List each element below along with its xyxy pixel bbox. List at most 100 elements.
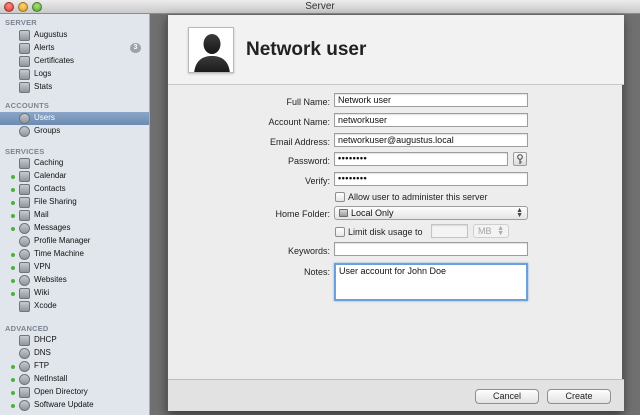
keywords-label: Keywords: <box>287 246 330 256</box>
sidebar-item-label: VPN <box>34 262 51 271</box>
verify-label: Verify: <box>304 176 330 186</box>
service-running-indicator <box>11 253 15 257</box>
sidebar-item-contacts[interactable]: Contacts <box>0 183 149 196</box>
hammer-icon <box>19 301 30 312</box>
sidebar-item-users[interactable]: Users <box>0 112 149 125</box>
full-name-field[interactable]: Network user <box>334 93 528 107</box>
sidebar-item-vpn[interactable]: VPN <box>0 261 149 274</box>
profile-manager-icon <box>19 236 30 247</box>
sidebar-item-label: File Sharing <box>34 197 77 206</box>
sidebar-item-file-sharing[interactable]: File Sharing <box>0 196 149 209</box>
software-update-icon <box>19 400 30 411</box>
sidebar-item-stats[interactable]: Stats <box>0 81 149 94</box>
sidebar-item-label: Alerts <box>34 43 55 52</box>
cancel-button[interactable]: Cancel <box>475 389 539 404</box>
service-running-indicator <box>11 378 15 382</box>
sidebar-item-label: Caching <box>34 158 64 167</box>
password-assistant-button[interactable] <box>513 152 527 166</box>
service-running-indicator <box>11 201 15 205</box>
sidebar-item-messages[interactable]: Messages <box>0 222 149 235</box>
alerts-count-badge: 3 <box>130 43 141 53</box>
sidebar-item-websites[interactable]: Websites <box>0 274 149 287</box>
sidebar-item-dns[interactable]: DNS <box>0 347 149 360</box>
account-name-field[interactable]: networkuser <box>334 113 528 127</box>
service-running-indicator <box>11 292 15 296</box>
service-running-indicator <box>11 214 15 218</box>
vpn-icon <box>19 262 30 273</box>
sheet-header: Network user <box>168 15 624 85</box>
folder-icon <box>19 197 30 208</box>
sidebar-item-logs[interactable]: Logs <box>0 68 149 81</box>
document-icon <box>19 69 30 80</box>
user-silhouette-icon[interactable] <box>188 27 234 73</box>
contacts-icon <box>19 184 30 195</box>
sidebar-item-calendar[interactable]: Calendar <box>0 170 149 183</box>
sidebar-item-label: DNS <box>34 348 51 357</box>
create-button[interactable]: Create <box>547 389 611 404</box>
mail-icon <box>19 210 30 221</box>
service-running-indicator <box>11 404 15 408</box>
home-folder-popup[interactable]: Local Only ▲ ▼ <box>334 206 528 220</box>
ftp-icon <box>19 361 30 372</box>
sidebar-item-time-machine[interactable]: Time Machine <box>0 248 149 261</box>
notes-field[interactable]: User account for John Doe <box>334 263 528 301</box>
sidebar-item-software-update[interactable]: Software Update <box>0 399 149 412</box>
window-title: Server <box>305 1 335 12</box>
sidebar-item-alerts[interactable]: Alerts 3 <box>0 42 149 55</box>
service-running-indicator <box>11 175 15 179</box>
home-folder-value: Local Only <box>351 208 394 218</box>
sidebar-item-caching[interactable]: Caching <box>0 157 149 170</box>
password-field[interactable]: •••••••• <box>334 152 508 166</box>
messages-icon <box>19 223 30 234</box>
service-running-indicator <box>11 266 15 270</box>
up-down-arrows-icon: ▲ ▼ <box>516 207 523 219</box>
server-icon <box>19 30 30 41</box>
sidebar-item-label: Certificates <box>34 56 75 65</box>
sheet-footer: Cancel Create <box>168 379 624 411</box>
admin-checkbox[interactable] <box>335 192 345 202</box>
service-running-indicator <box>11 391 15 395</box>
sidebar-item-ftp[interactable]: FTP <box>0 360 149 373</box>
section-header-advanced: ADVANCED <box>5 324 49 333</box>
sidebar-item-open-directory[interactable]: Open Directory <box>0 386 149 399</box>
sidebar-item-label: DHCP <box>34 335 57 344</box>
service-running-indicator <box>11 279 15 283</box>
sidebar-item-label: Wiki <box>34 288 50 297</box>
limit-disk-checkbox[interactable] <box>335 227 345 237</box>
sidebar-item-label: Groups <box>34 126 61 135</box>
sidebar-item-groups[interactable]: Groups <box>0 125 149 138</box>
section-header-services: SERVICES <box>5 147 45 156</box>
disk-limit-unit-popup[interactable]: MB ▲ ▼ <box>473 224 509 238</box>
disk-limit-field[interactable] <box>431 224 468 238</box>
sidebar-item-augustus[interactable]: Augustus <box>0 29 149 42</box>
sidebar-item-certificates[interactable]: Certificates <box>0 55 149 68</box>
sidebar-item-label: Stats <box>34 82 53 91</box>
open-directory-icon <box>19 387 30 398</box>
sidebar-item-netinstall[interactable]: NetInstall <box>0 373 149 386</box>
email-address-field[interactable]: networkuser@augustus.local <box>334 133 528 147</box>
sidebar-item-label: Users <box>34 113 55 122</box>
sidebar-item-wiki[interactable]: Wiki <box>0 287 149 300</box>
sidebar-item-label: Software Update <box>34 400 94 409</box>
service-running-indicator <box>11 227 15 231</box>
sidebar-item-label: Open Directory <box>34 387 88 396</box>
home-folder-label: Home Folder: <box>275 209 330 219</box>
verify-field[interactable]: •••••••• <box>334 172 528 186</box>
sidebar-item-label: Augustus <box>34 30 68 39</box>
user-icon <box>19 113 30 124</box>
keywords-field[interactable] <box>334 242 528 256</box>
section-header-accounts: ACCOUNTS <box>5 101 50 110</box>
sidebar-item-mail[interactable]: Mail <box>0 209 149 222</box>
key-icon <box>517 154 523 164</box>
sidebar-item-label: Time Machine <box>34 249 84 258</box>
sidebar: SERVER Augustus Alerts 3 Certificates Lo… <box>0 14 150 415</box>
title-bar: Server <box>0 0 640 14</box>
limit-disk-label: Limit disk usage to <box>348 227 423 237</box>
sidebar-item-xcode[interactable]: Xcode <box>0 300 149 313</box>
sidebar-item-label: Websites <box>34 275 67 284</box>
sidebar-item-dhcp[interactable]: DHCP <box>0 334 149 347</box>
sidebar-item-label: Calendar <box>34 171 67 180</box>
password-label: Password: <box>287 156 330 166</box>
sidebar-item-profile-manager[interactable]: Profile Manager <box>0 235 149 248</box>
full-name-label: Full Name: <box>286 97 330 107</box>
